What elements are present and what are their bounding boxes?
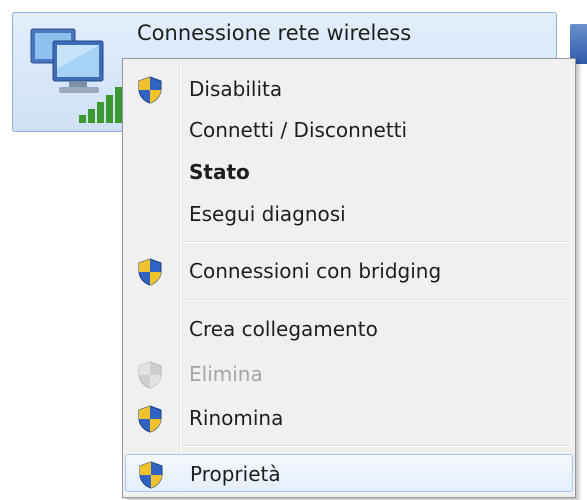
menu-item-label: Rinomina [189,406,284,430]
menu-item-disabilita[interactable]: Disabilita [125,70,573,108]
menu-separator [183,445,571,447]
menu-item-connetti-disconnetti[interactable]: Connetti / Disconnetti [125,111,573,149]
uac-shield-icon [139,461,163,489]
menu-item-label: Elimina [189,362,263,386]
menu-item-rinomina[interactable]: Rinomina [125,399,573,437]
menu-item-proprieta[interactable]: Proprietà [125,454,573,492]
menu-separator [183,241,571,243]
menu-item-stato[interactable]: Stato [125,153,573,191]
uac-shield-icon [138,405,162,433]
menu-item-label: Disabilita [189,77,283,101]
uac-shield-icon [138,76,162,104]
menu-item-label: Connessioni con bridging [189,259,442,283]
menu-item-label: Stato [189,160,250,184]
menu-item-esegui-diagnosi[interactable]: Esegui diagnosi [125,195,573,233]
menu-item-label: Proprietà [190,462,281,486]
uac-shield-icon [138,258,162,286]
menu-separator [183,299,571,301]
uac-shield-disabled-icon [138,361,162,389]
wireless-network-adapter-icon [30,28,122,123]
context-menu: Disabilita Connetti / Disconnetti Stato … [122,58,576,498]
menu-item-elimina[interactable]: Elimina [125,355,573,393]
menu-item-label: Connetti / Disconnetti [189,118,408,142]
menu-item-label: Esegui diagnosi [189,202,346,226]
connection-name: Connessione rete wireless [137,21,412,45]
menu-item-crea-collegamento[interactable]: Crea collegamento [125,310,573,348]
menu-item-connessioni-bridging[interactable]: Connessioni con bridging [125,252,573,290]
menu-item-label: Crea collegamento [189,317,378,341]
